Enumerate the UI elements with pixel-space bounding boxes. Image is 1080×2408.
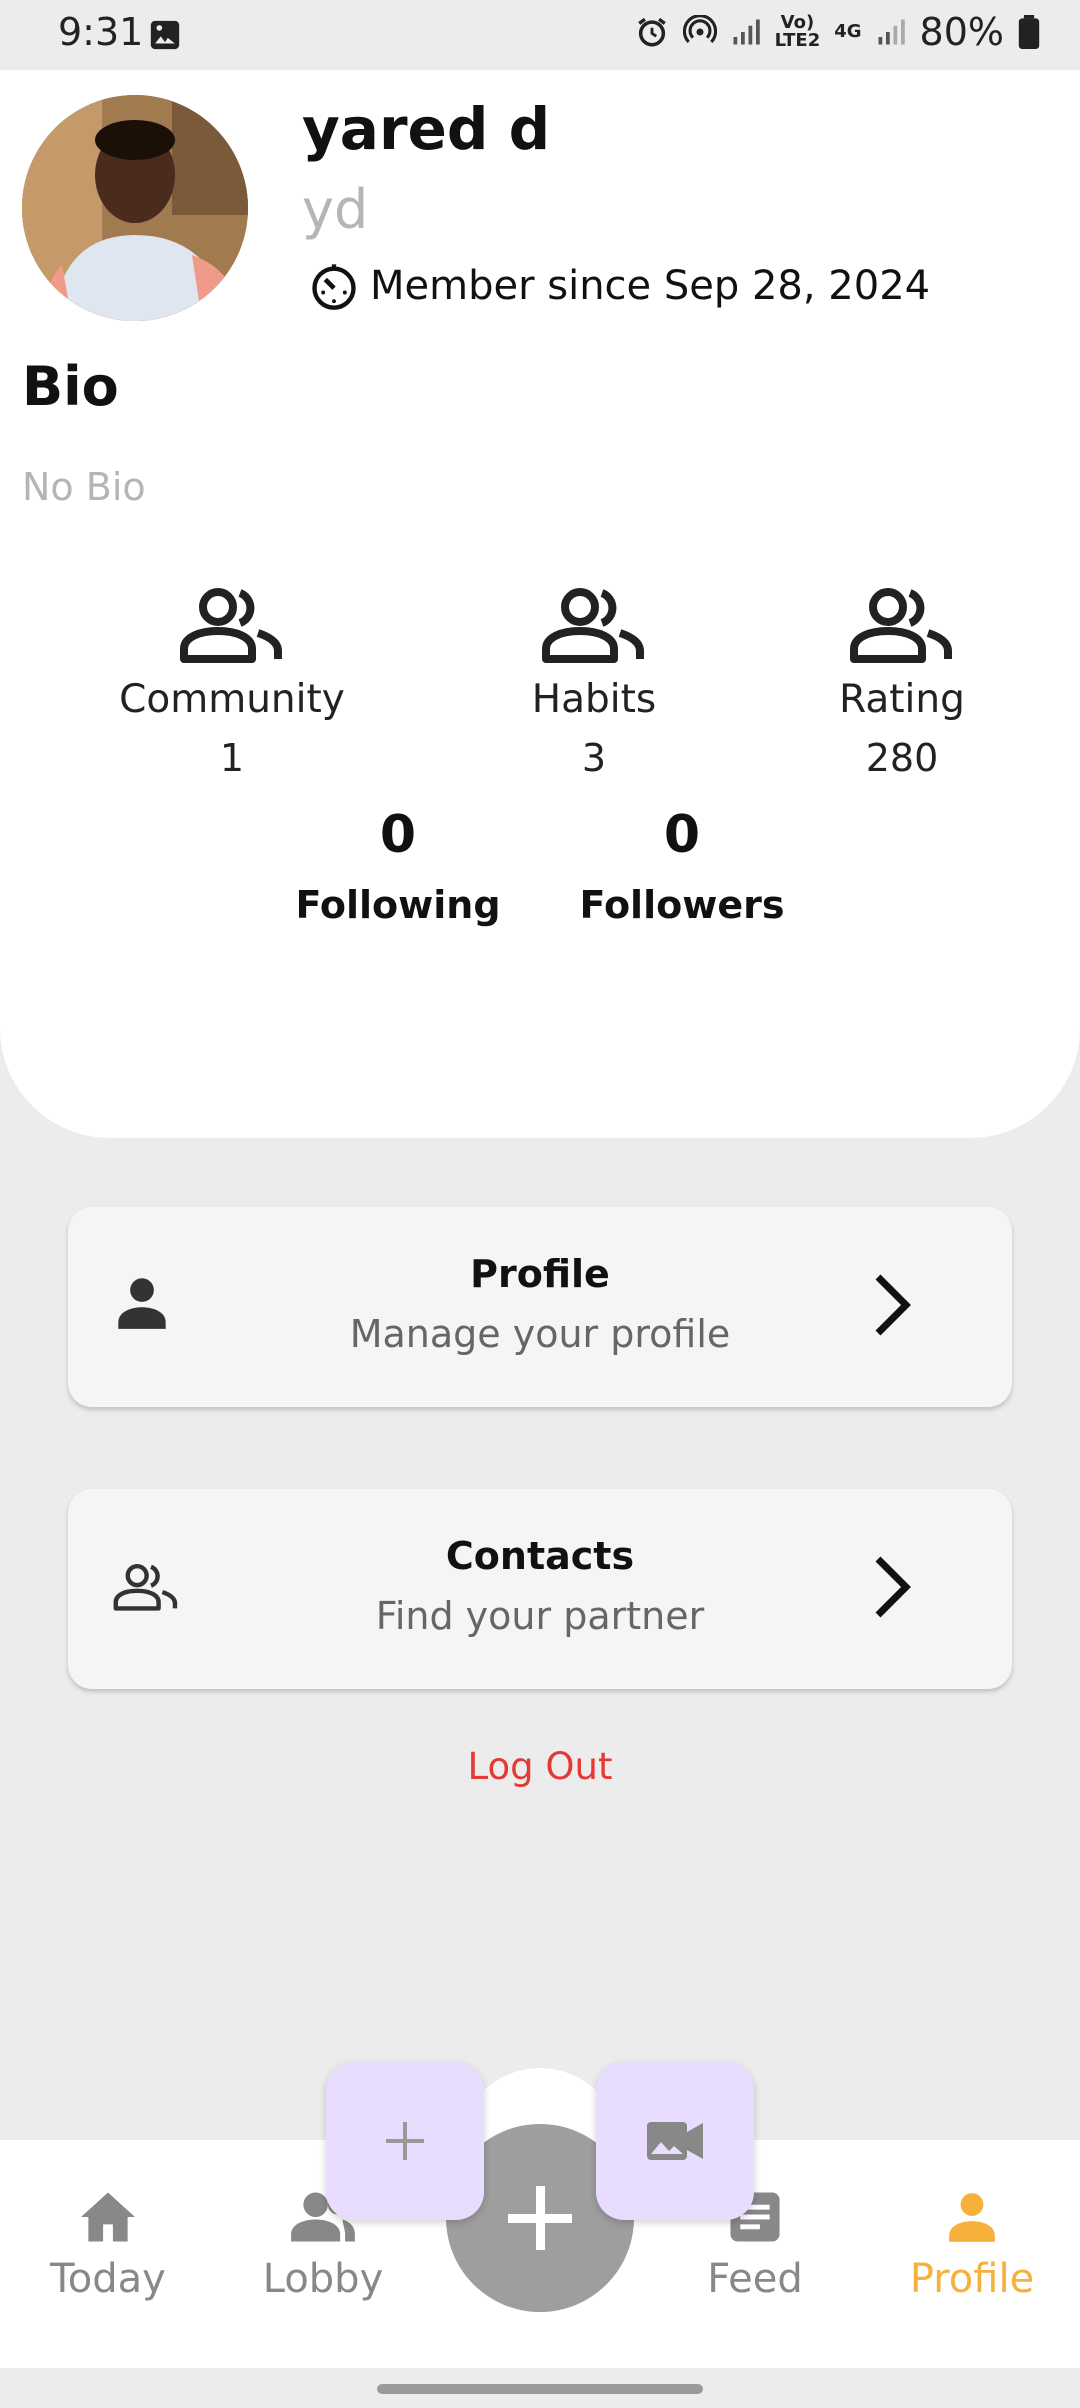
menu-title: Profile (470, 1252, 610, 1296)
stat-community[interactable]: Community 1 (72, 585, 392, 780)
nav-today[interactable]: Today (8, 2190, 208, 2302)
hotspot-icon (682, 15, 717, 43)
followers-label: Followers (579, 883, 785, 927)
timer-icon (312, 264, 356, 310)
stat-rating[interactable]: Rating 280 (742, 585, 1062, 780)
people-icon (180, 588, 282, 663)
bio-heading: Bio (22, 355, 119, 418)
person-icon (949, 2193, 995, 2242)
video-image-icon (647, 2122, 703, 2160)
menu-subtitle: Manage your profile (349, 1312, 731, 1356)
stat-label: Community (119, 677, 345, 722)
following-count: 0 (379, 805, 417, 865)
stat-value: 1 (219, 736, 245, 780)
logout-button[interactable]: Log Out (0, 1745, 1080, 1788)
add-post-button[interactable] (326, 2062, 484, 2220)
status-time: 9:31 (58, 10, 144, 54)
network-type: 4G (834, 21, 862, 42)
menu-title: Contacts (445, 1534, 635, 1578)
people-icon (850, 588, 952, 663)
following-label: Following (295, 883, 501, 927)
add-media-button[interactable] (596, 2062, 754, 2220)
battery-percent: 80% (919, 10, 1004, 54)
avatar[interactable] (22, 95, 248, 321)
followers-count: 0 (663, 805, 701, 865)
stat-value: 3 (581, 736, 607, 780)
status-icons: Vo) LTE2 4G 80% (635, 10, 1040, 54)
menu-subtitle: Find your partner (375, 1594, 705, 1638)
people-icon (542, 588, 644, 663)
nav-label: Today (50, 2256, 166, 2302)
chevron-right-icon (872, 1273, 912, 1341)
stat-label: Habits (531, 677, 657, 722)
username: yd (302, 178, 369, 241)
plus-icon (386, 2122, 424, 2160)
signal-icon (733, 19, 760, 45)
bio-text: No Bio (22, 465, 146, 509)
member-since-text: Member since Sep 28, 2024 (370, 263, 931, 309)
volte-indicator: Vo) LTE2 (774, 12, 821, 51)
nav-label: Feed (707, 2256, 803, 2302)
battery-icon (1018, 15, 1040, 49)
signal-icon-2 (878, 19, 905, 45)
chevron-right-icon (872, 1555, 912, 1623)
home-icon (81, 2192, 135, 2242)
stat-habits[interactable]: Habits 3 (434, 585, 754, 780)
nav-profile[interactable]: Profile (872, 2190, 1072, 2302)
followers-counter[interactable]: 0 Followers (552, 805, 812, 927)
gesture-bar[interactable] (377, 2384, 703, 2394)
menu-profile[interactable]: Profile Manage your profile (68, 1207, 1012, 1407)
menu-contacts[interactable]: Contacts Find your partner (68, 1489, 1012, 1689)
nav-label: Lobby (262, 2256, 384, 2302)
member-since: Member since Sep 28, 2024 (308, 260, 930, 312)
following-counter[interactable]: 0 Following (268, 805, 528, 927)
stat-value: 280 (865, 736, 939, 780)
display-name: yared d (302, 95, 551, 163)
stat-label: Rating (839, 677, 965, 722)
nav-label: Profile (909, 2256, 1035, 2302)
alarm-icon (637, 17, 666, 47)
gallery-notification-icon (148, 18, 182, 56)
